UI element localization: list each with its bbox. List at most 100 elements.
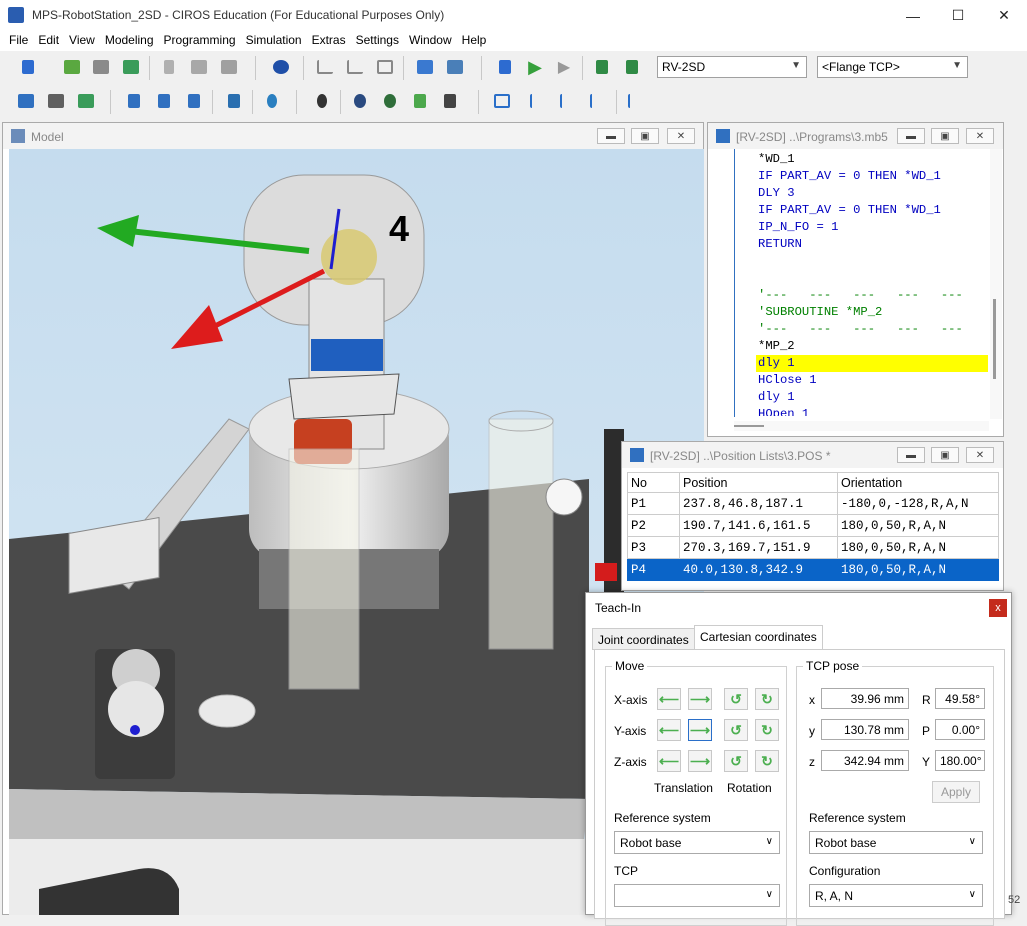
monitor-icon[interactable]: [443, 55, 467, 79]
table-row[interactable]: P3 270.3,169.7,151.9 180,0,50,R,A,N: [627, 536, 999, 559]
code-line[interactable]: HOpen 1: [756, 406, 988, 416]
cell-no[interactable]: P2: [627, 514, 680, 537]
cut-icon[interactable]: [157, 55, 181, 79]
stethoscope-icon[interactable]: [260, 89, 284, 113]
code-line[interactable]: '--- --- --- --- ---: [756, 287, 988, 304]
code-line[interactable]: *MP_2: [756, 338, 988, 355]
pose-reference-select[interactable]: Robot base ∨: [809, 831, 983, 854]
magnet-icon[interactable]: [222, 89, 246, 113]
code-line[interactable]: '--- --- --- --- ---: [756, 321, 988, 338]
new-file-icon[interactable]: [16, 55, 40, 79]
model-minimize-button[interactable]: ▬: [597, 128, 625, 144]
menu-view[interactable]: View: [64, 31, 100, 51]
search-robot-icon[interactable]: [122, 89, 146, 113]
menu-file[interactable]: File: [4, 31, 33, 51]
sphere-icon[interactable]: [269, 55, 293, 79]
cell-position[interactable]: 270.3,169.7,151.9: [679, 536, 838, 559]
teach-in-icon[interactable]: [590, 55, 614, 79]
code-line[interactable]: dly 1: [756, 355, 988, 372]
y-rotate-cw-icon[interactable]: ↻: [755, 719, 779, 741]
y-field[interactable]: 130.78 mm: [821, 719, 909, 740]
factory-icon[interactable]: [44, 89, 68, 113]
x-minus-arrow-icon[interactable]: ⟵: [657, 688, 681, 710]
x-rotate-cw-icon[interactable]: ↻: [755, 688, 779, 710]
cell-orientation[interactable]: 180,0,50,R,A,N: [837, 536, 999, 559]
gripper-icon[interactable]: [182, 89, 206, 113]
y-plus-arrow-icon[interactable]: ⟶: [688, 719, 712, 741]
code-horizontal-scrollbar[interactable]: [734, 421, 989, 431]
save-all-icon[interactable]: [119, 55, 143, 79]
minimize-button[interactable]: —: [890, 0, 936, 31]
frame-icon[interactable]: [373, 55, 397, 79]
cell-position[interactable]: 237.8,46.8,187.1: [679, 492, 838, 515]
positions-restore-button[interactable]: ▣: [931, 447, 959, 463]
program-close-button[interactable]: ✕: [966, 128, 994, 144]
z-minus-arrow-icon[interactable]: ⟵: [657, 750, 681, 772]
code-line[interactable]: HClose 1: [756, 372, 988, 389]
positions-close-button[interactable]: ✕: [966, 447, 994, 463]
network-icon[interactable]: [413, 55, 437, 79]
tab-cartesian-coordinates[interactable]: Cartesian coordinates: [694, 625, 823, 651]
code-editor[interactable]: *WD_1 IF PART_AV = 0 THEN *WD_1 DLY 3 IF PA…: [756, 151, 988, 416]
move-reference-select[interactable]: Robot base ∨: [614, 831, 780, 854]
program-restore-button[interactable]: ▣: [931, 128, 959, 144]
joint-2-icon[interactable]: [556, 89, 580, 113]
code-line[interactable]: RETURN: [756, 236, 988, 253]
model-close-button[interactable]: ✕: [667, 128, 695, 144]
program-minimize-button[interactable]: ▬: [897, 128, 925, 144]
grid-icon[interactable]: [490, 89, 514, 113]
menu-simulation[interactable]: Simulation: [241, 31, 307, 51]
stack-icon[interactable]: [438, 89, 462, 113]
apply-button[interactable]: Apply: [932, 781, 980, 803]
menu-edit[interactable]: Edit: [33, 31, 64, 51]
cell-orientation[interactable]: 180,0,50,R,A,N: [837, 514, 999, 537]
code-vertical-scrollbar[interactable]: [990, 149, 1002, 419]
cell-orientation[interactable]: 180,0,50,R,A,N: [837, 558, 999, 581]
menu-window[interactable]: Window: [404, 31, 457, 51]
code-line[interactable]: 'SUBROUTINE *MP_2: [756, 304, 988, 321]
menu-help[interactable]: Help: [457, 31, 492, 51]
positions-minimize-button[interactable]: ▬: [897, 447, 925, 463]
menu-extras[interactable]: Extras: [307, 31, 351, 51]
cell-position[interactable]: 40.0,130.8,342.9: [679, 558, 838, 581]
z-rotate-cw-icon[interactable]: ↻: [755, 750, 779, 772]
bug-green-icon[interactable]: [378, 89, 402, 113]
joint-1-icon[interactable]: [526, 89, 550, 113]
table-row[interactable]: P1 237.8,46.8,187.1 -180,0,-128,R,A,N: [627, 492, 999, 515]
y-minus-arrow-icon[interactable]: ⟵: [657, 719, 681, 741]
x-rotate-ccw-icon[interactable]: ↺: [724, 688, 748, 710]
cell-no[interactable]: P4: [627, 558, 680, 581]
move-to-icon[interactable]: [620, 55, 644, 79]
tab-joint-coordinates[interactable]: Joint coordinates: [592, 628, 695, 650]
robot-arm-icon[interactable]: [152, 89, 176, 113]
x-plus-arrow-icon[interactable]: ⟶: [688, 688, 712, 710]
teach-in-close-button[interactable]: x: [989, 599, 1007, 617]
z-field[interactable]: 342.94 mm: [821, 750, 909, 771]
play-icon[interactable]: ▶: [523, 55, 547, 79]
cell-position[interactable]: 190.7,141.6,161.5: [679, 514, 838, 537]
cell-no[interactable]: P3: [627, 536, 680, 559]
code-line[interactable]: [756, 253, 988, 270]
step-icon[interactable]: ▶: [552, 55, 576, 79]
xyz-chart-icon[interactable]: [343, 55, 367, 79]
z-plus-arrow-icon[interactable]: ⟶: [688, 750, 712, 772]
menu-programming[interactable]: Programming: [159, 31, 241, 51]
maximize-button[interactable]: ☐: [935, 0, 981, 31]
table-row[interactable]: P4 40.0,130.8,342.9 180,0,50,R,A,N: [627, 558, 999, 581]
cell-no[interactable]: P1: [627, 492, 680, 515]
scrollbar-thumb[interactable]: [993, 299, 996, 379]
joint-a-icon[interactable]: [624, 89, 648, 113]
brush-icon[interactable]: [408, 89, 432, 113]
model-restore-button[interactable]: ▣: [631, 128, 659, 144]
close-button[interactable]: ✕: [981, 0, 1027, 31]
code-line[interactable]: IF PART_AV = 0 THEN *WD_1: [756, 202, 988, 219]
yaw-field[interactable]: 180.00°: [935, 750, 985, 771]
column-header-no[interactable]: No: [627, 472, 680, 493]
axis-chart-icon[interactable]: [313, 55, 337, 79]
copy-icon[interactable]: [187, 55, 211, 79]
x-field[interactable]: 39.96 mm: [821, 688, 909, 709]
menu-settings[interactable]: Settings: [351, 31, 404, 51]
open-folder-icon[interactable]: [60, 55, 84, 79]
code-line[interactable]: [756, 270, 988, 287]
table-row[interactable]: P2 190.7,141.6,161.5 180,0,50,R,A,N: [627, 514, 999, 537]
